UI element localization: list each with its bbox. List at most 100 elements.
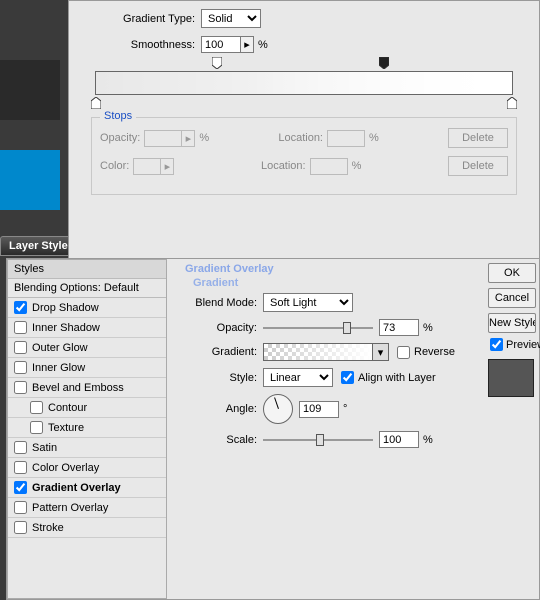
sidebar-item-label: Inner Shadow bbox=[32, 322, 100, 334]
location-input bbox=[327, 130, 365, 147]
sidebar-item-bevel-and-emboss[interactable]: Bevel and Emboss bbox=[8, 378, 166, 398]
gradient-editor-dialog: Gradient Type: Solid Smoothness: ▸ % Sto… bbox=[68, 0, 540, 260]
color-stop-marker[interactable] bbox=[91, 97, 101, 109]
blend-mode-label: Blend Mode: bbox=[185, 297, 257, 309]
opacity-stop-label: Opacity: bbox=[100, 132, 140, 144]
sidebar-item-label: Gradient Overlay bbox=[32, 482, 121, 494]
location-label: Location: bbox=[261, 160, 306, 172]
sidebar-checkbox[interactable] bbox=[14, 361, 27, 374]
angle-input[interactable] bbox=[299, 401, 339, 418]
ok-button[interactable]: OK bbox=[488, 263, 536, 283]
preview-label: Preview bbox=[506, 339, 540, 351]
percent-label: % bbox=[258, 39, 268, 51]
sidebar-item-satin[interactable]: Satin bbox=[8, 438, 166, 458]
smoothness-label: Smoothness: bbox=[85, 39, 195, 51]
preview-checkbox[interactable] bbox=[490, 338, 503, 351]
angle-dial[interactable] bbox=[263, 394, 293, 424]
sidebar-item-label: Color Overlay bbox=[32, 462, 99, 474]
color-stop-picker: ▸ bbox=[160, 158, 174, 175]
gradient-dropdown-icon[interactable]: ▾ bbox=[373, 343, 389, 361]
angle-label: Angle: bbox=[185, 403, 257, 415]
section-title: Gradient Overlay bbox=[185, 263, 469, 275]
gradient-label: Gradient: bbox=[185, 346, 257, 358]
sidebar-checkbox[interactable] bbox=[14, 521, 27, 534]
sidebar-checkbox[interactable] bbox=[14, 441, 27, 454]
blending-options-item[interactable]: Blending Options: Default bbox=[8, 279, 166, 298]
sidebar-checkbox[interactable] bbox=[14, 461, 27, 474]
sidebar-item-label: Inner Glow bbox=[32, 362, 85, 374]
style-label: Style: bbox=[185, 372, 257, 384]
section-subtitle: Gradient bbox=[193, 277, 469, 289]
opacity-input[interactable] bbox=[379, 319, 419, 336]
sidebar-item-label: Outer Glow bbox=[32, 342, 88, 354]
sidebar-item-contour[interactable]: Contour bbox=[8, 398, 166, 418]
sidebar-item-label: Contour bbox=[48, 402, 87, 414]
opacity-stop-marker[interactable] bbox=[212, 57, 222, 69]
stops-group: Stops Opacity: ▸% Location: % Delete Col… bbox=[91, 117, 517, 195]
sidebar-item-inner-shadow[interactable]: Inner Shadow bbox=[8, 318, 166, 338]
align-checkbox[interactable] bbox=[341, 371, 354, 384]
opacity-slider[interactable] bbox=[263, 320, 373, 336]
sidebar-item-label: Stroke bbox=[32, 522, 64, 534]
stops-legend: Stops bbox=[100, 110, 136, 122]
layer-style-tab: Layer Style bbox=[0, 236, 77, 256]
scale-slider[interactable] bbox=[263, 432, 373, 448]
smoothness-input[interactable] bbox=[201, 36, 241, 53]
gradient-bar[interactable] bbox=[95, 71, 513, 95]
sidebar-item-texture[interactable]: Texture bbox=[8, 418, 166, 438]
sidebar-item-drop-shadow[interactable]: Drop Shadow bbox=[8, 298, 166, 318]
gradient-preview[interactable] bbox=[263, 343, 373, 361]
styles-header[interactable]: Styles bbox=[8, 260, 166, 279]
align-label: Align with Layer bbox=[358, 372, 436, 384]
sidebar-item-color-overlay[interactable]: Color Overlay bbox=[8, 458, 166, 478]
sidebar-item-label: Bevel and Emboss bbox=[32, 382, 124, 394]
sidebar-checkbox[interactable] bbox=[14, 321, 27, 334]
gradient-overlay-panel: Gradient Overlay Gradient Blend Mode: So… bbox=[175, 259, 479, 599]
color-stop-label: Color: bbox=[100, 160, 129, 172]
sidebar-item-pattern-overlay[interactable]: Pattern Overlay bbox=[8, 498, 166, 518]
opacity-label: Opacity: bbox=[185, 322, 257, 334]
sidebar-checkbox[interactable] bbox=[14, 501, 27, 514]
blend-mode-select[interactable]: Soft Light bbox=[263, 293, 353, 312]
dialog-buttons: OK Cancel New Style... Preview bbox=[488, 263, 540, 397]
sidebar-checkbox[interactable] bbox=[14, 481, 27, 494]
new-style-button[interactable]: New Style... bbox=[488, 313, 536, 333]
degree-label: ° bbox=[343, 403, 347, 415]
gradient-type-select[interactable]: Solid bbox=[201, 9, 261, 28]
cancel-button[interactable]: Cancel bbox=[488, 288, 536, 308]
bg-swatch-blue bbox=[0, 150, 60, 210]
sidebar-item-gradient-overlay[interactable]: Gradient Overlay bbox=[8, 478, 166, 498]
reverse-checkbox[interactable] bbox=[397, 346, 410, 359]
opacity-stop-marker[interactable] bbox=[379, 57, 389, 69]
sidebar-item-label: Pattern Overlay bbox=[32, 502, 108, 514]
sidebar-item-outer-glow[interactable]: Outer Glow bbox=[8, 338, 166, 358]
layer-style-dialog: Styles Blending Options: Default Drop Sh… bbox=[6, 258, 540, 600]
sidebar-item-label: Satin bbox=[32, 442, 57, 454]
sidebar-checkbox[interactable] bbox=[14, 341, 27, 354]
delete-color-stop-button: Delete bbox=[448, 156, 508, 176]
color-stop-marker[interactable] bbox=[507, 97, 517, 109]
reverse-label: Reverse bbox=[414, 346, 455, 358]
gradient-type-label: Gradient Type: bbox=[85, 13, 195, 25]
sidebar-item-inner-glow[interactable]: Inner Glow bbox=[8, 358, 166, 378]
location-input bbox=[310, 158, 348, 175]
sidebar-checkbox[interactable] bbox=[30, 401, 43, 414]
smoothness-spinner[interactable]: ▸ bbox=[240, 36, 254, 53]
sidebar-item-label: Drop Shadow bbox=[32, 302, 99, 314]
preview-swatch bbox=[488, 359, 534, 397]
sidebar-checkbox[interactable] bbox=[30, 421, 43, 434]
location-label: Location: bbox=[278, 132, 323, 144]
style-select[interactable]: Linear bbox=[263, 368, 333, 387]
color-stop-swatch bbox=[133, 158, 161, 175]
sidebar-checkbox[interactable] bbox=[14, 381, 27, 394]
opacity-stop-input bbox=[144, 130, 182, 147]
scale-input[interactable] bbox=[379, 431, 419, 448]
sidebar-item-label: Texture bbox=[48, 422, 84, 434]
bg-swatch-gray bbox=[0, 60, 60, 120]
styles-sidebar: Styles Blending Options: Default Drop Sh… bbox=[7, 259, 167, 599]
delete-opacity-stop-button: Delete bbox=[448, 128, 508, 148]
scale-label: Scale: bbox=[185, 434, 257, 446]
opacity-stop-spinner: ▸ bbox=[181, 130, 195, 147]
sidebar-checkbox[interactable] bbox=[14, 301, 27, 314]
sidebar-item-stroke[interactable]: Stroke bbox=[8, 518, 166, 538]
